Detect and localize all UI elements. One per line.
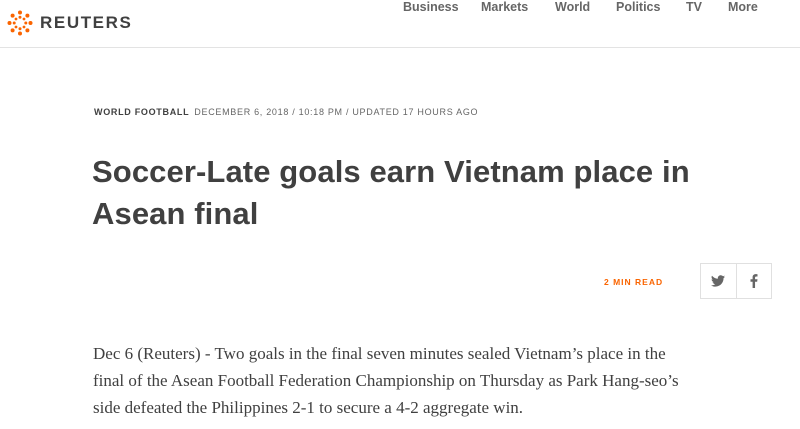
- nav-markets[interactable]: Markets: [481, 0, 528, 14]
- reuters-logo-icon: [7, 10, 33, 36]
- twitter-icon: [711, 275, 726, 287]
- body-line-3: side defeated the Philippines 2-1 to sec…: [93, 398, 524, 417]
- read-time: 2 MIN READ: [604, 277, 664, 287]
- article-meta: WORLD FOOTBALL DECEMBER 6, 2018 / 10:18 P…: [94, 107, 478, 117]
- twitter-share-button[interactable]: [701, 264, 736, 298]
- nav-tv[interactable]: TV: [686, 0, 702, 14]
- facebook-share-button[interactable]: [735, 264, 771, 298]
- nav-business[interactable]: Business: [403, 0, 459, 14]
- reuters-logo[interactable]: REUTERS: [7, 10, 132, 36]
- body-line-2: final of the Asean Football Federation C…: [93, 371, 679, 390]
- nav-politics[interactable]: Politics: [616, 0, 660, 14]
- article-title-line2: Asean final: [92, 196, 259, 231]
- share-buttons: [700, 263, 772, 299]
- article-title: Soccer-Late goals earn Vietnam place in …: [92, 151, 752, 235]
- nav-more[interactable]: More: [728, 0, 758, 14]
- body-line-1: Dec 6 (Reuters) - Two goals in the final…: [93, 344, 666, 363]
- facebook-icon: [750, 274, 758, 288]
- logo-text: REUTERS: [40, 13, 133, 32]
- site-header: REUTERS Business Markets World Politics …: [0, 0, 800, 48]
- article-date: DECEMBER 6, 2018 / 10:18 PM / UPDATED 17…: [194, 107, 479, 117]
- nav-world[interactable]: World: [555, 0, 590, 14]
- article-title-line1: Soccer-Late goals earn Vietnam place in: [92, 154, 690, 189]
- section-link[interactable]: WORLD FOOTBALL: [94, 107, 189, 117]
- article-body: Dec 6 (Reuters) - Two goals in the final…: [93, 340, 773, 421]
